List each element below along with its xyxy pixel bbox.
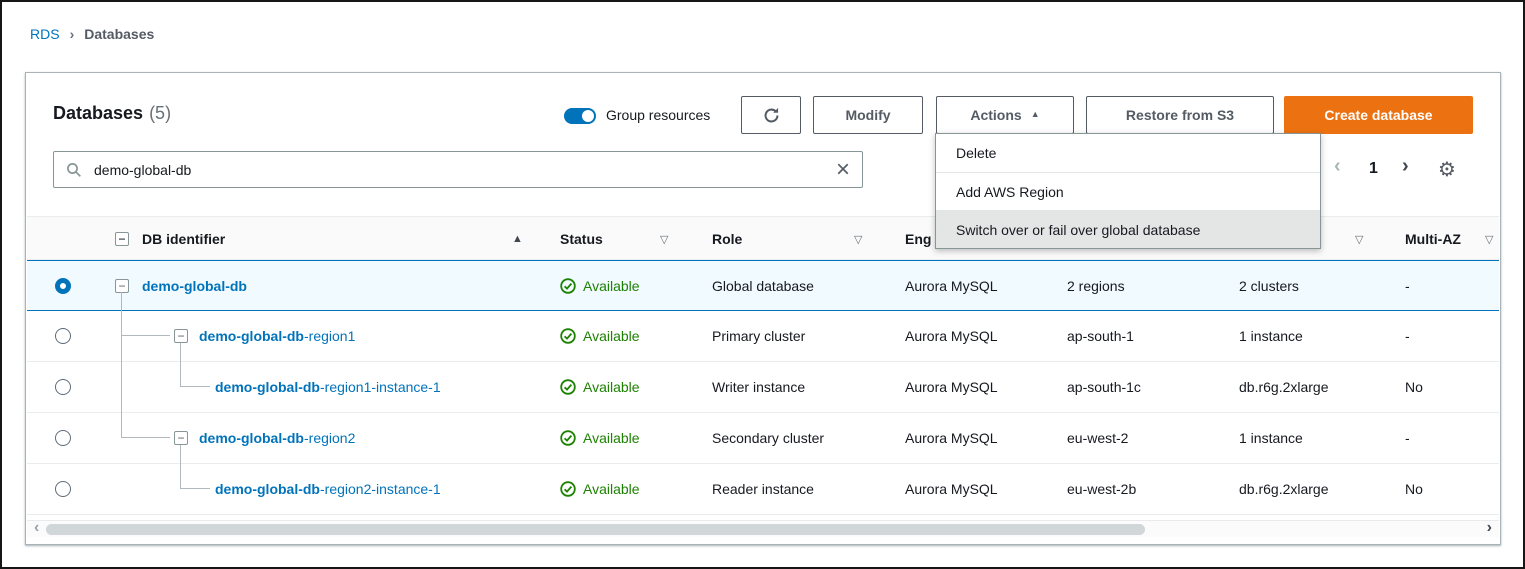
menu-item-delete[interactable]: Delete bbox=[936, 134, 1320, 172]
menu-item-add-aws-region[interactable]: Add AWS Region bbox=[936, 172, 1320, 210]
status-cell: Available bbox=[560, 413, 640, 463]
row-radio[interactable] bbox=[55, 430, 71, 446]
sort-icon-role[interactable]: ▽ bbox=[854, 217, 862, 260]
actions-dropdown-menu: Delete Add AWS Region Switch over or fai… bbox=[935, 133, 1321, 249]
header-status[interactable]: Status bbox=[560, 217, 603, 260]
engine-cell: Aurora MySQL bbox=[905, 311, 998, 361]
group-resources-label: Group resources bbox=[606, 107, 710, 123]
role-cell: Primary cluster bbox=[712, 311, 805, 361]
db-identifier-link[interactable]: demo-global-db-region1 bbox=[199, 311, 355, 361]
panel-count: (5) bbox=[149, 103, 171, 123]
available-check-icon bbox=[560, 379, 576, 395]
size-cell: 1 instance bbox=[1239, 311, 1303, 361]
header-role[interactable]: Role bbox=[712, 217, 742, 260]
available-check-icon bbox=[560, 328, 576, 344]
sort-icon-hidden-column[interactable]: ▽ bbox=[1355, 217, 1363, 260]
role-cell: Reader instance bbox=[712, 464, 814, 514]
scroll-left-icon[interactable]: ‹ bbox=[34, 519, 39, 536]
region-cell: ap-south-1 bbox=[1067, 311, 1134, 361]
group-resources-toggle[interactable] bbox=[564, 108, 596, 124]
header-db-identifier[interactable]: DB identifier bbox=[142, 217, 225, 260]
menu-item-switch-over-fail-over[interactable]: Switch over or fail over global database bbox=[936, 210, 1320, 248]
available-check-icon bbox=[560, 430, 576, 446]
scrollbar-thumb[interactable] bbox=[46, 524, 1145, 535]
size-cell: 2 clusters bbox=[1239, 261, 1299, 310]
db-identifier-link[interactable]: demo-global-db-region1-instance-1 bbox=[215, 362, 441, 412]
header-engine[interactable]: Eng bbox=[905, 217, 931, 260]
table-row[interactable]: − demo-global-db Available Global databa… bbox=[27, 260, 1499, 311]
table-row[interactable]: demo-global-db-region2-instance-1 Availa… bbox=[27, 464, 1499, 515]
create-database-button[interactable]: Create database bbox=[1284, 96, 1473, 134]
table-row[interactable]: demo-global-db-region1-instance-1 Availa… bbox=[27, 362, 1499, 413]
collapse-all-icon[interactable]: − bbox=[115, 232, 129, 246]
size-cell: db.r6g.2xlarge bbox=[1239, 362, 1329, 412]
search-input[interactable] bbox=[92, 161, 836, 179]
role-cell: Global database bbox=[712, 261, 814, 310]
engine-cell: Aurora MySQL bbox=[905, 362, 998, 412]
refresh-button[interactable] bbox=[741, 96, 801, 134]
db-identifier-link[interactable]: demo-global-db bbox=[142, 261, 247, 310]
multi-az-cell: No bbox=[1405, 464, 1423, 514]
region-cell: eu-west-2b bbox=[1067, 464, 1136, 514]
collapse-toggle-icon[interactable]: − bbox=[174, 329, 188, 343]
breadcrumb: RDS › Databases bbox=[30, 26, 154, 42]
region-cell: ap-south-1c bbox=[1067, 362, 1141, 412]
status-cell: Available bbox=[560, 311, 640, 361]
table-row[interactable]: − demo-global-db-region1 Available Prima… bbox=[27, 311, 1499, 362]
pagination-page[interactable]: 1 bbox=[1369, 160, 1378, 178]
row-radio-selected[interactable] bbox=[55, 278, 71, 294]
search-icon bbox=[66, 162, 82, 178]
engine-cell: Aurora MySQL bbox=[905, 413, 998, 463]
clear-search-icon[interactable]: × bbox=[836, 158, 850, 182]
region-cell: 2 regions bbox=[1067, 261, 1125, 310]
multi-az-cell: - bbox=[1405, 311, 1410, 361]
multi-az-cell: - bbox=[1405, 261, 1410, 310]
size-cell: 1 instance bbox=[1239, 413, 1303, 463]
breadcrumb-rds-link[interactable]: RDS bbox=[30, 26, 60, 42]
sort-icon-status[interactable]: ▽ bbox=[660, 217, 668, 260]
header-multi-az[interactable]: Multi-AZ bbox=[1405, 217, 1461, 260]
size-cell: db.r6g.2xlarge bbox=[1239, 464, 1329, 514]
panel-title: Databases (5) bbox=[53, 103, 171, 124]
breadcrumb-current: Databases bbox=[84, 26, 154, 42]
engine-cell: Aurora MySQL bbox=[905, 464, 998, 514]
available-check-icon bbox=[560, 278, 576, 294]
actions-button[interactable]: Actions ▲ bbox=[936, 96, 1074, 134]
restore-from-s3-button[interactable]: Restore from S3 bbox=[1086, 96, 1274, 134]
modify-button[interactable]: Modify bbox=[813, 96, 923, 134]
panel-title-text: Databases bbox=[53, 103, 143, 123]
caret-up-icon: ▲ bbox=[1031, 109, 1040, 119]
row-radio[interactable] bbox=[55, 481, 71, 497]
breadcrumb-separator-icon: › bbox=[70, 26, 75, 42]
actions-button-label: Actions bbox=[970, 107, 1021, 123]
collapse-toggle-icon[interactable]: − bbox=[174, 431, 188, 445]
horizontal-scrollbar[interactable]: ‹ › bbox=[27, 520, 1499, 537]
role-cell: Writer instance bbox=[712, 362, 805, 412]
status-cell: Available bbox=[560, 362, 640, 412]
collapse-toggle-icon[interactable]: − bbox=[115, 279, 129, 293]
settings-gear-icon[interactable]: ⚙ bbox=[1438, 157, 1456, 182]
pagination-prev[interactable]: ‹ bbox=[1334, 155, 1341, 178]
multi-az-cell: No bbox=[1405, 362, 1423, 412]
row-radio[interactable] bbox=[55, 379, 71, 395]
refresh-icon bbox=[763, 107, 780, 124]
db-identifier-link[interactable]: demo-global-db-region2 bbox=[199, 413, 355, 463]
db-identifier-link[interactable]: demo-global-db-region2-instance-1 bbox=[215, 464, 441, 514]
pagination-next[interactable]: › bbox=[1402, 155, 1409, 178]
engine-cell: Aurora MySQL bbox=[905, 261, 998, 310]
status-cell: Available bbox=[560, 261, 640, 310]
available-check-icon bbox=[560, 481, 576, 497]
database-filter: × bbox=[53, 151, 863, 188]
multi-az-cell: - bbox=[1405, 413, 1410, 463]
toggle-knob bbox=[582, 110, 594, 122]
row-radio[interactable] bbox=[55, 328, 71, 344]
region-cell: eu-west-2 bbox=[1067, 413, 1128, 463]
table-row[interactable]: − demo-global-db-region2 Available Secon… bbox=[27, 413, 1499, 464]
sort-icon-multi-az[interactable]: ▽ bbox=[1485, 217, 1493, 260]
sort-asc-icon[interactable]: ▲ bbox=[512, 217, 523, 260]
scroll-right-icon[interactable]: › bbox=[1487, 519, 1492, 536]
status-cell: Available bbox=[560, 464, 640, 514]
role-cell: Secondary cluster bbox=[712, 413, 824, 463]
